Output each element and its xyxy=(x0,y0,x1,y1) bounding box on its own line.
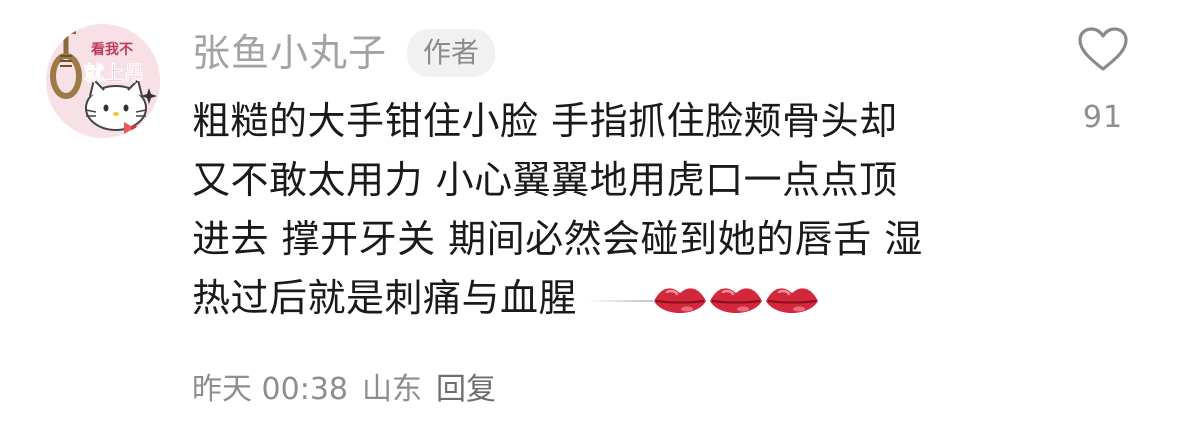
comment-time: 昨天 00:38 xyxy=(192,372,348,407)
like-count: 91 xyxy=(1082,100,1124,135)
comment-line: 粗糙的大手钳住小脸 手指抓住脸颊骨头却 xyxy=(192,99,898,143)
comment-header: 张鱼小丸子 作者 xyxy=(192,26,496,80)
kiss-lips-icon xyxy=(766,287,819,313)
username[interactable]: 张鱼小丸子 xyxy=(192,26,387,80)
comment-meta: 昨天 00:38 山东 回复 xyxy=(192,358,510,414)
author-badge: 作者 xyxy=(407,29,496,77)
comment-line: 又不敢太用力 小心翼翼地用虎口一点点顶 xyxy=(192,158,898,202)
kiss-lips-icon xyxy=(654,287,707,313)
comment-body: 粗糙的大手钳住小脸 手指抓住脸颊骨头却 又不敢太用力 小心翼翼地用虎口一点点顶 … xyxy=(192,92,1022,328)
avatar-text-top: 看我不 xyxy=(90,41,133,58)
comment-line-last: 热过后就是刺痛与血腥 xyxy=(192,269,1022,328)
avatar[interactable]: 看我不 就上吊 xyxy=(46,24,160,138)
comment-line: 进去 撑开牙关 期间必然会碰到她的唇舌 湿 xyxy=(192,217,923,261)
comment-line-text: 热过后就是刺痛与血腥 xyxy=(192,276,578,320)
heart-icon[interactable] xyxy=(1077,26,1129,72)
comment-location: 山东 xyxy=(362,372,422,407)
emoji-group xyxy=(577,271,821,330)
dash-line xyxy=(585,299,654,302)
avatar-text-bottom: 就上吊 xyxy=(84,61,144,85)
kiss-lips-icon xyxy=(710,287,763,313)
avatar-image: 看我不 就上吊 xyxy=(46,24,160,138)
like-area: 91 xyxy=(1068,26,1138,135)
reply-button[interactable]: 回复 xyxy=(436,364,496,408)
comment-item: 看我不 就上吊 张鱼小丸子 作者 粗糙的大手钳住小脸 手指抓住脸颊骨头却 又不敢… xyxy=(0,0,1179,433)
